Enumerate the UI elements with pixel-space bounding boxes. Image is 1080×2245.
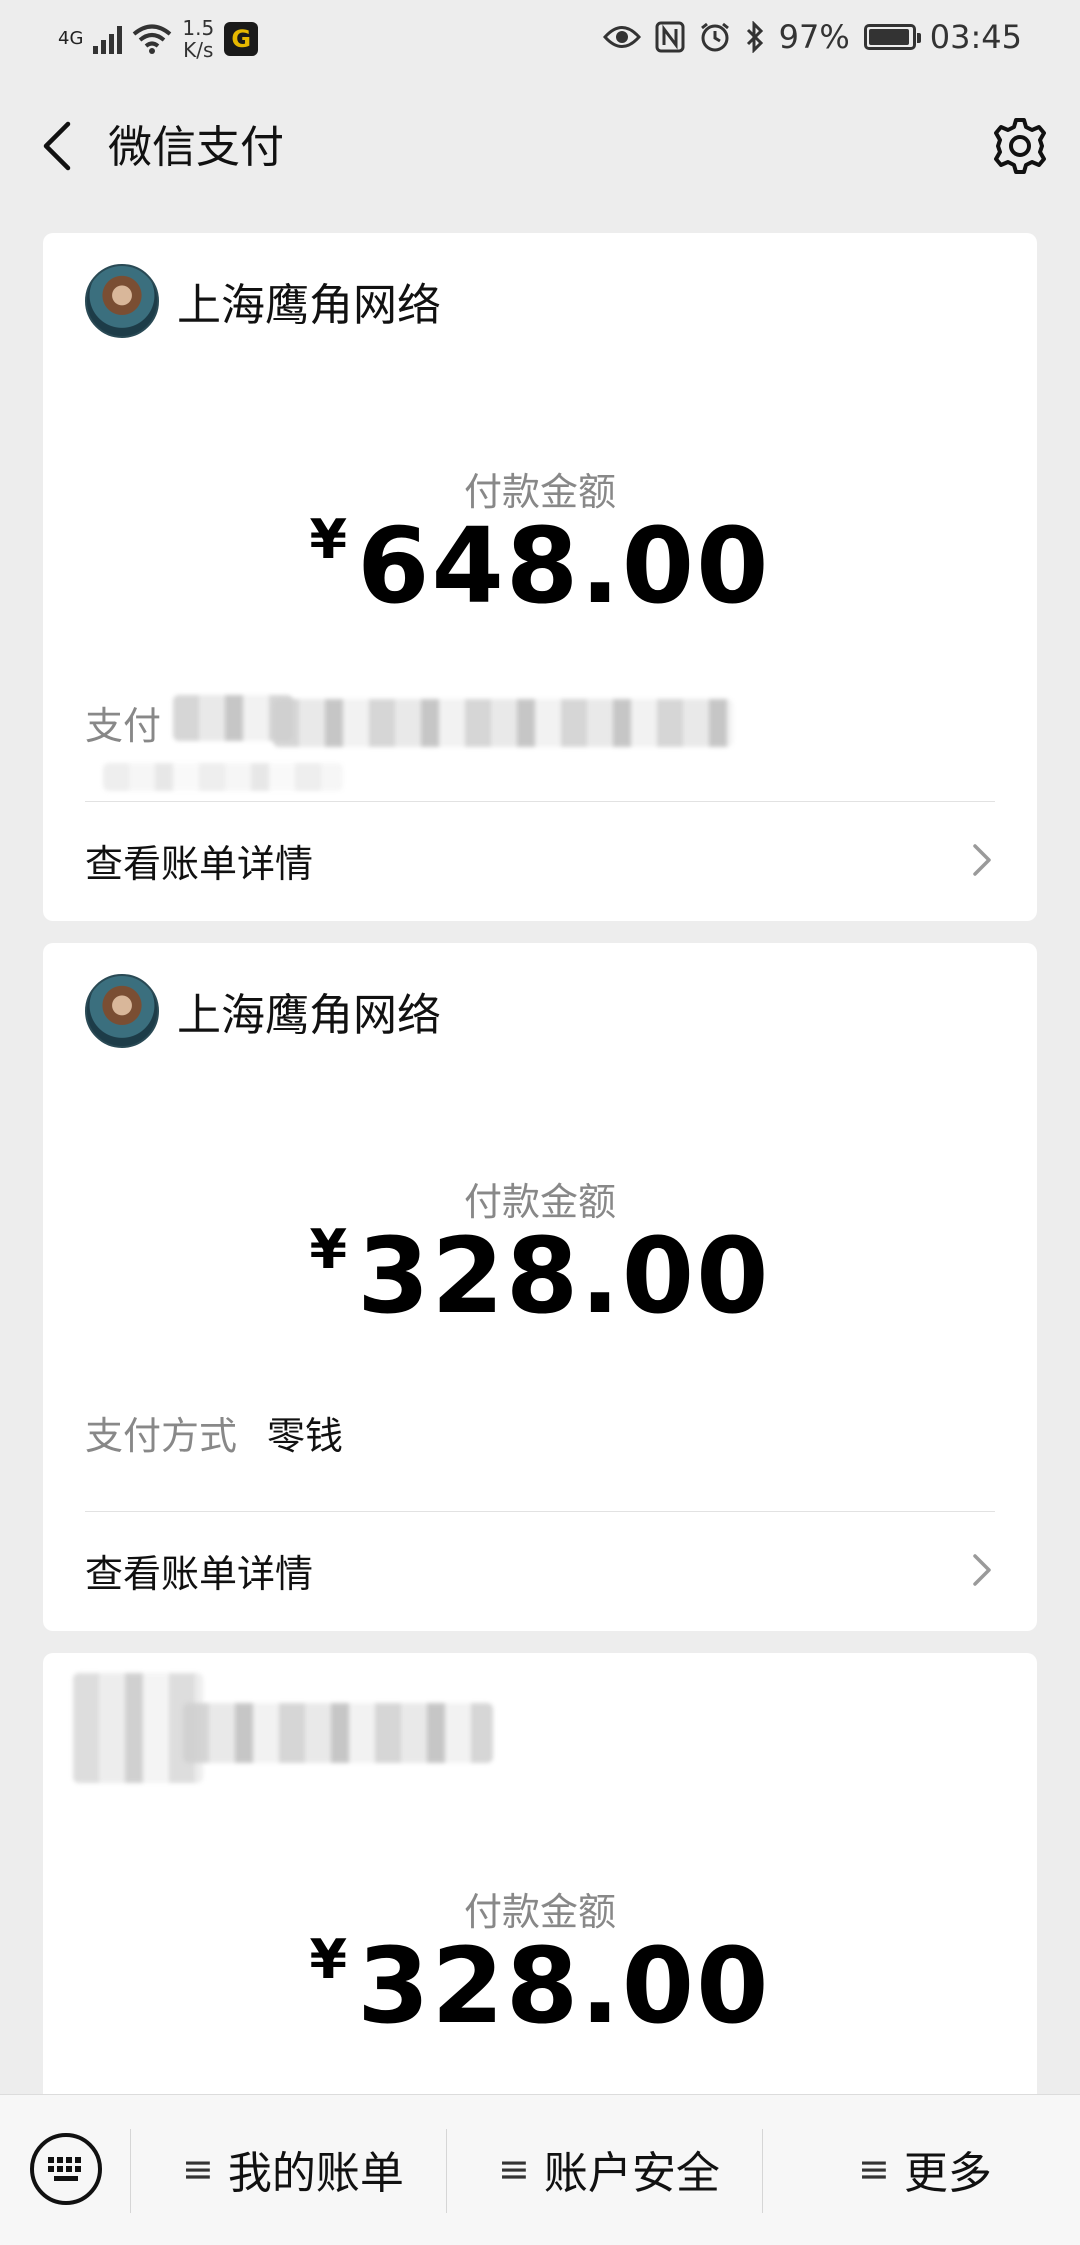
merchant-name: 上海鹰角网络 <box>177 990 441 1041</box>
tab-more[interactable]: ≡ 更多 <box>858 2139 992 2199</box>
view-bill-details[interactable]: 查看账单详情 <box>85 830 995 890</box>
amount-value: 328.00 <box>357 1925 771 2047</box>
merchant-row: 上海鹰角网络 <box>85 973 441 1049</box>
payment-card-3[interactable]: 付款金额 ¥328.00 <box>43 1653 1037 2113</box>
payment-method-label: 支付 <box>85 704 162 748</box>
tab-separator <box>762 2129 763 2213</box>
payment-method-row: 支付 <box>85 695 161 750</box>
clock: 03:45 <box>929 18 1022 56</box>
nav-bar: 微信支付 <box>0 84 1080 212</box>
menu-icon: ≡ <box>182 2147 214 2191</box>
merchant-row: 上海鹰角网络 <box>85 263 441 339</box>
battery-icon <box>863 24 921 50</box>
tab-my-bills-label: 我的账单 <box>227 2148 404 2199</box>
alarm-icon <box>700 22 729 52</box>
payment-amount: ¥328.00 <box>43 1215 1037 1337</box>
network-speed: 1.5 K/s <box>182 17 214 61</box>
status-right: 97% 03:45 <box>602 18 1022 56</box>
menu-icon: ≡ <box>498 2147 530 2191</box>
tab-account-security[interactable]: ≡ 账户安全 <box>498 2139 720 2199</box>
chevron-right-icon <box>973 1554 991 1586</box>
currency-symbol: ¥ <box>309 508 348 571</box>
payment-method-value: 零钱 <box>267 1414 344 1458</box>
nfc-icon <box>655 21 685 53</box>
merchant-name: 上海鹰角网络 <box>177 280 441 331</box>
currency-symbol: ¥ <box>309 1928 348 1991</box>
bottom-menu-bar: ≡ 我的账单 ≡ 账户安全 ≡ 更多 <box>0 2094 1080 2245</box>
status-left: 4G 1.5 K/s G <box>58 14 259 64</box>
payment-amount: ¥328.00 <box>43 1925 1037 2047</box>
gear-icon[interactable] <box>988 114 1052 178</box>
tab-separator <box>446 2129 447 2213</box>
amount-value: 328.00 <box>357 1215 771 1337</box>
merchant-avatar <box>85 264 159 338</box>
tab-more-label: 更多 <box>903 2148 992 2199</box>
page-title: 微信支付 <box>108 122 284 173</box>
payment-method-label: 支付方式 <box>85 1414 238 1458</box>
view-bill-details-label: 查看账单详情 <box>85 841 314 886</box>
battery-percent: 97% <box>778 18 850 56</box>
tab-account-security-label: 账户安全 <box>543 2148 720 2199</box>
app-notification-icon: G <box>224 22 259 56</box>
bluetooth-icon <box>746 21 763 53</box>
redacted-merchant <box>183 1703 493 1763</box>
payment-card-1[interactable]: 上海鹰角网络 付款金额 ¥648.00 支付 查看账单详情 <box>43 233 1037 921</box>
view-bill-details[interactable]: 查看账单详情 <box>85 1540 995 1600</box>
speed-unit: K/s <box>183 38 214 62</box>
chevron-right-icon <box>973 844 991 876</box>
tab-my-bills[interactable]: ≡ 我的账单 <box>182 2139 404 2199</box>
divider <box>85 1511 995 1512</box>
back-icon[interactable] <box>28 114 92 178</box>
merchant-avatar <box>85 974 159 1048</box>
tab-separator <box>130 2129 131 2213</box>
menu-icon: ≡ <box>858 2147 890 2191</box>
amount-value: 648.00 <box>357 505 771 627</box>
view-bill-details-label: 查看账单详情 <box>85 1551 314 1596</box>
payment-method-row: 支付方式 零钱 <box>85 1405 343 1460</box>
signal-icon <box>93 24 123 54</box>
payment-card-2[interactable]: 上海鹰角网络 付款金额 ¥328.00 支付方式 零钱 查看账单详情 <box>43 943 1037 1631</box>
network-type: 4G <box>58 28 84 49</box>
speed-value: 1.5 <box>182 16 215 40</box>
currency-symbol: ¥ <box>309 1218 348 1281</box>
payment-amount: ¥648.00 <box>43 505 1037 627</box>
redacted-block <box>273 699 733 747</box>
status-bar: 4G 1.5 K/s G 97% 03:45 <box>0 0 1080 80</box>
wifi-icon <box>133 24 172 54</box>
keyboard-icon[interactable] <box>28 2131 104 2207</box>
divider <box>85 801 995 802</box>
redacted-block <box>103 763 343 791</box>
eye-icon <box>602 26 641 48</box>
